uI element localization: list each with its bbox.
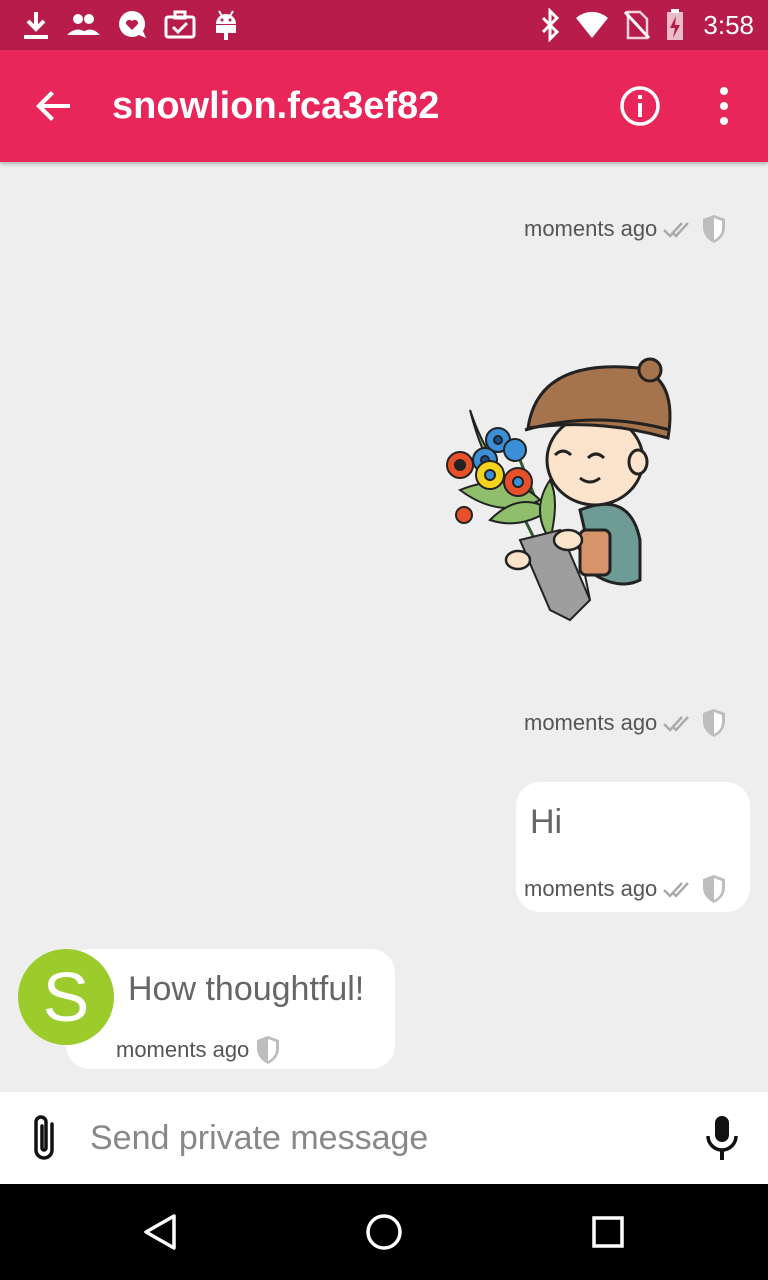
message-meta: moments ago [524, 214, 727, 244]
timestamp: moments ago [524, 710, 658, 735]
app-bar: snowlion.fca3ef82 [0, 50, 768, 162]
battery-charging-icon [665, 8, 685, 42]
double-check-icon [663, 219, 695, 239]
message-meta: moments ago [524, 874, 727, 904]
status-time: 3:58 [703, 10, 754, 40]
outgoing-message-bubble[interactable]: Hi moments ago [516, 782, 750, 912]
back-arrow-icon[interactable] [30, 82, 78, 130]
people-icon [66, 8, 100, 42]
shield-icon [701, 214, 727, 244]
status-bar: 3:58 [0, 0, 768, 50]
microphone-icon[interactable] [698, 1110, 746, 1166]
heart-chat-icon [116, 8, 148, 42]
wifi-icon [575, 8, 609, 42]
avatar[interactable]: S [18, 949, 114, 1045]
conversation-title: snowlion.fca3ef82 [112, 85, 440, 127]
android-icon [212, 8, 240, 42]
bluetooth-icon [539, 8, 561, 42]
message-text: How thoughtful! [128, 970, 365, 1008]
message-input[interactable] [90, 1110, 670, 1166]
no-sim-icon [623, 8, 651, 42]
message-meta: moments ago [116, 1035, 281, 1065]
shield-icon [701, 708, 727, 738]
message-text: Hi [530, 803, 563, 841]
back-triangle-icon[interactable] [136, 1208, 184, 1256]
home-circle-icon[interactable] [360, 1208, 408, 1256]
system-navigation-bar [0, 1184, 768, 1280]
double-check-icon [663, 879, 695, 899]
double-check-icon [663, 713, 695, 733]
download-icon [22, 8, 50, 42]
incoming-message-bubble[interactable]: How thoughtful! moments ago [66, 949, 395, 1069]
timestamp: moments ago [524, 216, 658, 241]
shield-icon [701, 874, 727, 904]
timestamp: moments ago [524, 876, 658, 901]
shield-icon [255, 1035, 281, 1065]
more-options-icon[interactable] [700, 82, 748, 130]
message-meta: moments ago [524, 708, 727, 738]
sticker-boy-with-flowers[interactable] [430, 350, 680, 640]
timestamp: moments ago [116, 1037, 250, 1062]
message-composer [0, 1092, 768, 1184]
recents-square-icon[interactable] [584, 1208, 632, 1256]
info-icon[interactable] [616, 82, 664, 130]
briefcase-check-icon [164, 8, 196, 42]
paperclip-icon[interactable] [22, 1110, 70, 1166]
